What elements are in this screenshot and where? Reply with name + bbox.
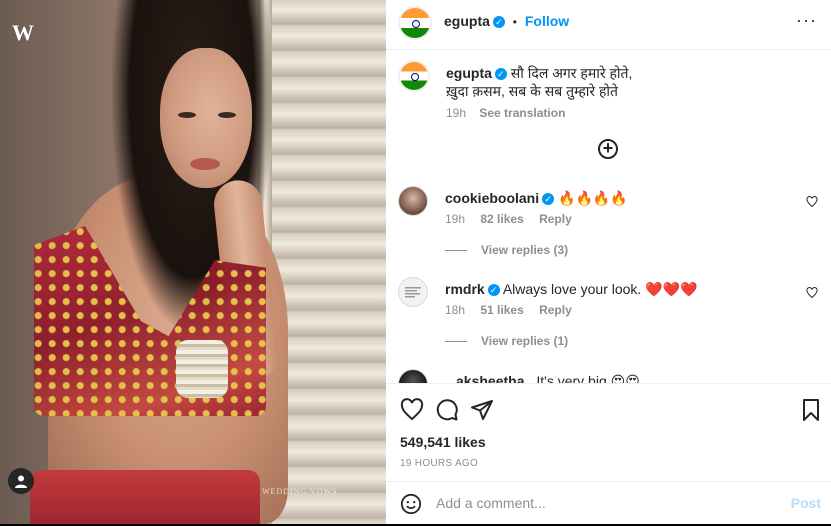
tagged-users-button[interactable] [8, 468, 34, 494]
caption-line-2: ख़ुदा क़सम, सब के सब तुम्हारे होते [446, 83, 619, 99]
post-timestamp[interactable]: 19 HOURS AGO [400, 458, 478, 469]
text-thumbnail-icon [405, 287, 421, 298]
more-options-icon[interactable]: ··· [796, 10, 817, 31]
verified-badge-icon: ✓ [542, 193, 555, 206]
add-comment-bar: Post [386, 481, 831, 526]
post-actions: 549,541 likes 19 HOURS AGO Post [386, 383, 831, 525]
verified-badge-icon: ✓ [487, 284, 500, 297]
likes-count[interactable]: 549,541 likes [400, 434, 486, 450]
separator-dot: • [512, 15, 517, 29]
model-eye-left [178, 112, 196, 118]
reply-button[interactable]: Reply [539, 303, 572, 317]
comment-avatar[interactable] [398, 369, 428, 383]
comment-username[interactable]: cookieboolani [445, 190, 539, 206]
comment-like-heart-icon[interactable] [806, 287, 818, 299]
view-replies-label: View replies (1) [481, 334, 569, 348]
follow-button[interactable]: Follow [525, 13, 569, 29]
share-send-icon[interactable] [470, 398, 494, 422]
comment-body: 🔥🔥🔥🔥 [558, 190, 628, 206]
load-more-comments-icon[interactable]: + [598, 139, 618, 159]
post-comment-button[interactable]: Post [791, 495, 821, 511]
see-translation-link[interactable]: See translation [479, 106, 565, 120]
comment-text-row: rmdrk ✓ Always love your look. ❤️❤️❤️ [445, 281, 698, 298]
view-replies-label: View replies (3) [481, 243, 569, 257]
user-icon [15, 475, 27, 488]
model-lips [190, 158, 220, 170]
comment-body: Always love your look. ❤️❤️❤️ [502, 281, 698, 297]
verified-badge-icon: ✓ [492, 16, 505, 29]
comment-body: It's very big 😍😍 [536, 373, 640, 383]
india-flag-avatar [400, 8, 430, 38]
header-user-row: egupta ✓ • Follow [444, 13, 569, 29]
post-header: egupta ✓ • Follow ··· [386, 0, 831, 50]
bangles [176, 340, 228, 398]
view-replies-link[interactable]: View replies (3) [445, 243, 568, 257]
comment-time: 19h [445, 212, 466, 226]
comment-time: 18h [445, 303, 466, 317]
brand-logo: W [12, 20, 34, 45]
comment-text-row: aksheetha It's very big 😍😍 [456, 373, 640, 383]
caption-meta: 19h See translation [446, 104, 632, 122]
emoji-icon[interactable] [400, 493, 422, 515]
post-details-panel: egupta ✓ • Follow ··· egupta ✓ सौ दिल अगर … [386, 0, 831, 524]
comment-username[interactable]: rmdrk [445, 281, 485, 297]
comment-likes[interactable]: 51 likes [480, 303, 523, 317]
avatar[interactable] [398, 6, 432, 40]
view-replies-link[interactable]: View replies (1) [445, 334, 568, 348]
header-username[interactable]: egupta [444, 13, 490, 29]
comment-username[interactable]: aksheetha [456, 373, 524, 383]
reply-button[interactable]: Reply [539, 212, 572, 226]
post-image[interactable]: W WEDDING VOWS [0, 0, 386, 524]
comment-meta: 19h 82 likes Reply [445, 212, 584, 226]
comment-text-row: cookieboolani ✓ 🔥🔥🔥🔥 [445, 190, 628, 207]
verified-badge-icon: ✓ [494, 68, 507, 81]
caption-time: 19h [446, 106, 467, 120]
comment-likes[interactable]: 82 likes [480, 212, 523, 226]
comment-meta: 18h 51 likes Reply [445, 303, 584, 317]
caption-line-1: सौ दिल अगर हमारे होते, [510, 65, 633, 81]
comment-clip: aksheetha It's very big 😍😍 [386, 365, 831, 383]
lehenga-skirt [30, 470, 260, 524]
caption-avatar[interactable] [398, 60, 430, 92]
save-bookmark-icon[interactable] [799, 398, 823, 422]
caption-text: egupta ✓ सौ दिल अगर हमारे होते, ख़ुदा क़स… [446, 64, 632, 122]
comment-avatar[interactable] [398, 277, 428, 307]
post-viewer: W WEDDING VOWS egupta ✓ • Follow ··· egu… [0, 0, 831, 524]
india-flag-avatar [400, 62, 428, 90]
comment-avatar[interactable] [398, 186, 428, 216]
model-eye-right [218, 112, 236, 118]
like-heart-icon[interactable] [400, 398, 424, 422]
image-watermark: WEDDING VOWS [262, 487, 338, 496]
comment-bubble-icon[interactable] [435, 398, 459, 422]
comment-input[interactable] [434, 494, 758, 512]
caption-username[interactable]: egupta [446, 65, 492, 81]
comment-like-heart-icon[interactable] [806, 196, 818, 208]
